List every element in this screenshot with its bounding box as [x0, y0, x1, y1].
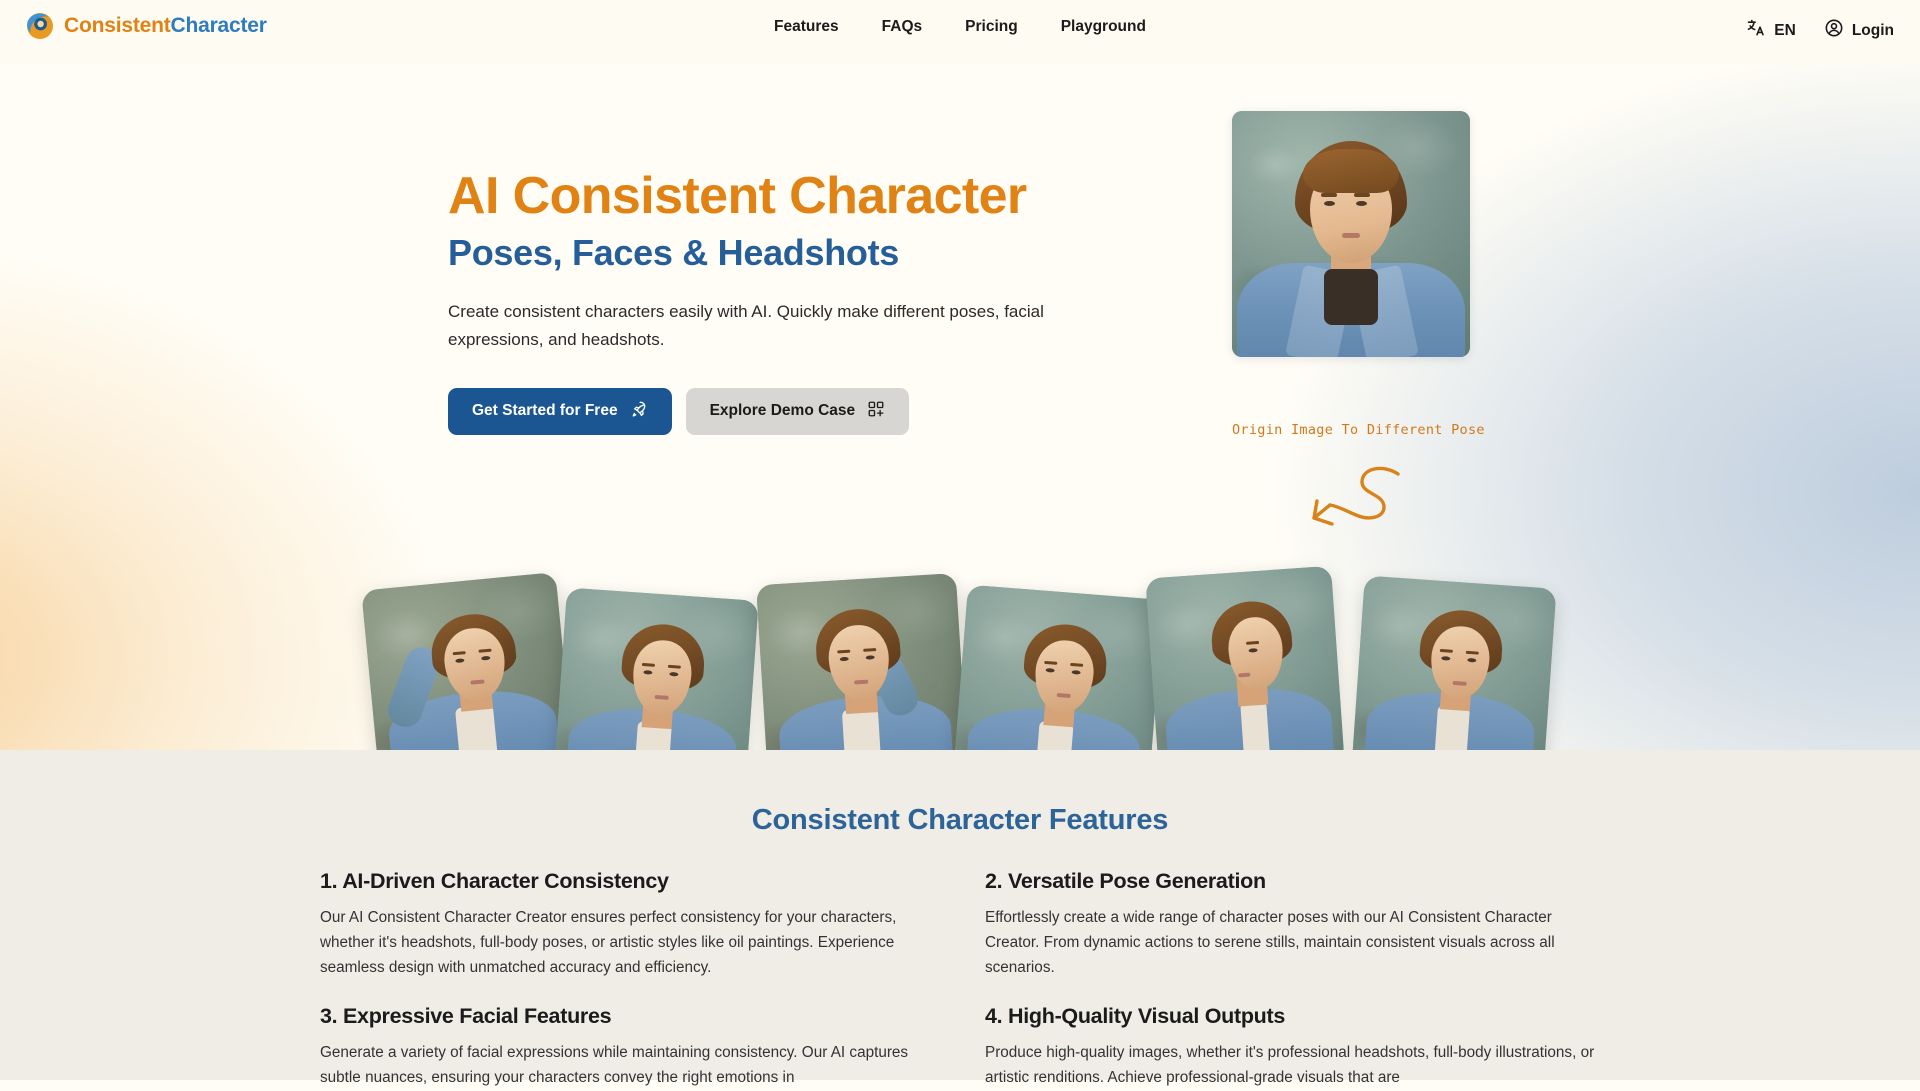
explore-demo-button[interactable]: Explore Demo Case [685, 387, 910, 435]
get-started-button[interactable]: Get Started for Free [448, 387, 672, 435]
user-circle-icon [1824, 18, 1844, 43]
hero-title-line2: Poses, Faces & Headshots [448, 232, 899, 274]
features-grid: 1. AI-Driven Character Consistency Our A… [320, 869, 1600, 1091]
feature-card-2: 2. Versatile Pose Generation Effortlessl… [985, 869, 1600, 980]
feature-heading: 3. Expressive Facial Features [320, 1004, 612, 1029]
gallery-item-2[interactable] [756, 573, 968, 754]
gallery-item-1[interactable] [553, 587, 759, 754]
pose-gallery [0, 514, 1920, 754]
hero-title-line1: AI Consistent Character [448, 167, 1027, 225]
features-section: Consistent Character Features 1. AI-Driv… [0, 750, 1920, 1086]
grid-plus-icon [867, 400, 885, 423]
gallery-item-0[interactable] [361, 572, 574, 754]
nav-item-pricing[interactable]: Pricing [965, 18, 1018, 36]
nav-item-faqs[interactable]: FAQs [882, 18, 922, 36]
hero-section: AI Consistent Character Poses, Faces & H… [0, 64, 1920, 754]
origin-image-caption: Origin Image To Different Pose [1232, 422, 1485, 438]
feature-body: Our AI Consistent Character Creator ensu… [320, 909, 897, 976]
logo-text-secondary: Character [170, 14, 267, 37]
login-button[interactable]: Login [1824, 18, 1894, 43]
feature-body: Produce high-quality images, whether it'… [985, 1044, 1595, 1087]
gallery-item-5[interactable] [1351, 575, 1557, 754]
rocket-icon [630, 400, 648, 423]
feature-card-1: 1. AI-Driven Character Consistency Our A… [320, 869, 935, 980]
feature-heading: 4. High-Quality Visual Outputs [985, 1004, 1285, 1029]
gallery-item-3[interactable] [952, 584, 1164, 754]
explore-demo-label: Explore Demo Case [709, 402, 856, 420]
hero-copy: AI Consistent Character Poses, Faces & H… [448, 167, 1148, 435]
eye-logo-icon [26, 12, 54, 40]
logo[interactable]: ConsistentCharacter [26, 12, 267, 40]
nav-item-features[interactable]: Features [774, 18, 839, 36]
gallery-item-4[interactable] [1145, 565, 1345, 754]
feature-card-4: 4. High-Quality Visual Outputs Produce h… [985, 1004, 1600, 1091]
language-label: EN [1774, 21, 1796, 39]
logo-text-primary: Consistent [64, 14, 171, 37]
translate-icon [1746, 18, 1766, 43]
hero-button-row: Get Started for Free Explore Demo Case [448, 387, 1148, 435]
feature-heading: 1. AI-Driven Character Consistency [320, 869, 669, 893]
header-actions: EN Login [1746, 18, 1894, 43]
feature-card-3: 3. Expressive Facial Features Generate a… [320, 1004, 935, 1091]
hero-subtitle: Create consistent characters easily with… [448, 302, 1044, 350]
features-title: Consistent Character Features [751, 804, 1169, 836]
nav-item-playground[interactable]: Playground [1061, 18, 1146, 36]
feature-body: Generate a variety of facial expressions… [320, 1044, 909, 1087]
language-switcher[interactable]: EN [1746, 18, 1796, 43]
login-label: Login [1851, 21, 1894, 39]
feature-heading: 2. Versatile Pose Generation [985, 869, 1266, 893]
logo-text: ConsistentCharacter [64, 14, 267, 38]
main-nav: Features FAQs Pricing Playground [774, 18, 1146, 36]
feature-body: Effortlessly create a wide range of char… [985, 909, 1555, 976]
get-started-label: Get Started for Free [472, 402, 618, 420]
site-header: ConsistentCharacter Features FAQs Pricin… [0, 0, 1920, 64]
origin-portrait-image [1232, 111, 1470, 357]
